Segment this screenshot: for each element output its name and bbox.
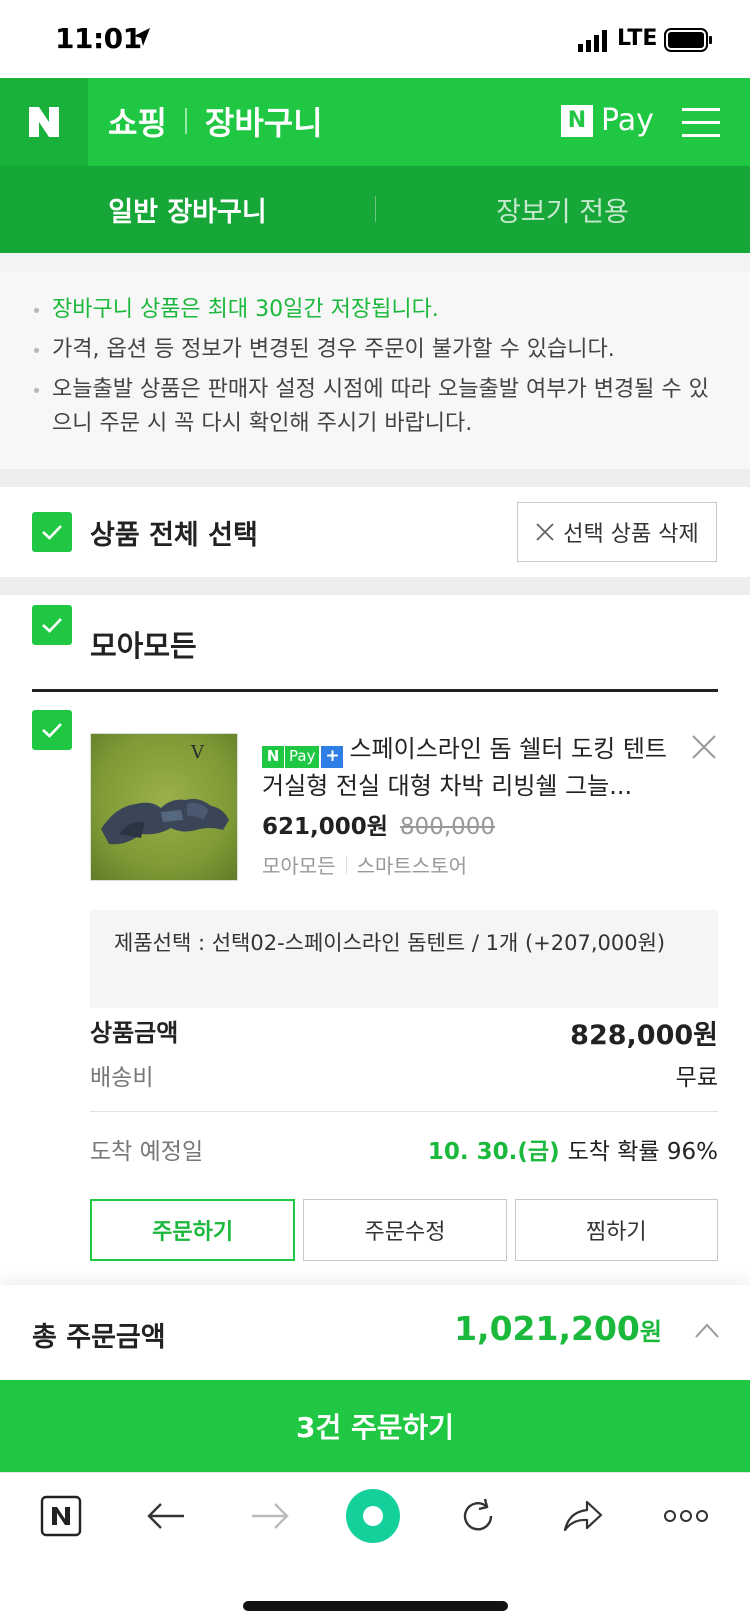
tab-general-cart[interactable]: 일반 장바구니 [0,166,375,253]
location-arrow-icon [134,28,150,46]
npay-label: Pay [601,103,654,138]
remove-item-icon[interactable] [690,733,718,761]
store-divider [32,689,718,692]
home-indicator [243,1601,508,1611]
page-title: 장바구니 [204,104,323,142]
header-title: 쇼핑 장바구니 [108,98,323,144]
store-name[interactable]: 모아모든 [90,623,197,665]
notice-item: 장바구니 상품은 최대 30일간 저장됩니다. [30,293,720,327]
item-action-buttons: 주문하기 주문수정 찜하기 [90,1199,718,1261]
total-label: 총 주문금액 [32,1322,166,1353]
naver-home-button[interactable] [0,78,88,166]
badge-pay: Pay [284,745,320,768]
check-icon [42,525,62,540]
summary-divider [90,1111,718,1112]
product-price: 621,000원 [262,814,388,840]
cart-tabs: 일반 장바구니 장보기 전용 [0,166,750,253]
section-gap [0,253,750,271]
status-time: 11:01 [55,22,142,55]
delete-selected-button[interactable]: 선택 상품 삭제 [517,502,717,562]
total-bar[interactable]: 총 주문금액 1,021,200원 [0,1285,750,1380]
forward-arrow-icon[interactable] [245,1491,295,1541]
browser-toolbar [0,1472,750,1623]
shipping-value: 무료 [675,1065,718,1091]
refresh-icon[interactable] [453,1491,503,1541]
svg-text:V: V [190,742,205,763]
section-gap [0,577,750,595]
naver-n-icon[interactable] [36,1491,86,1541]
app-header: 쇼핑 장바구니 N Pay [0,78,750,166]
notice-box: 장바구니 상품은 최대 30일간 저장됩니다. 가격, 옵션 등 정보가 변경된… [0,271,750,469]
signal-icon [578,30,607,52]
close-icon [536,523,554,541]
hamburger-menu-icon[interactable] [682,108,720,137]
tab-divider [375,196,376,222]
product-title[interactable]: N Pay + 스페이스라인 돔 쉘터 도킹 텐트 거실형 전실 대형 차박 리… [262,731,672,805]
arrival-label: 도착 예정일 [90,1139,204,1165]
seller-name: 모아모든 [262,854,336,878]
select-all-row: 상품 전체 선택 선택 상품 삭제 [0,487,750,577]
green-dot-icon[interactable] [340,1483,406,1549]
status-bar: 11:01 LTE [0,0,750,78]
shipping-label: 배송비 [90,1065,154,1091]
check-icon [42,723,62,738]
arrival-value: 10. 30.(금) 도착 확률 96% [428,1132,718,1166]
back-arrow-icon[interactable] [141,1491,191,1541]
store-section: 모아모든 V N Pay + 스페이스라인 돔 쉘터 도킹 텐트 거실형 전실 … [0,595,750,1285]
tab-grocery-cart[interactable]: 장보기 전용 [375,166,750,253]
total-amount-unit: 원 [639,1318,662,1346]
total-amount-number: 1,021,200 [454,1309,640,1348]
npay-button[interactable]: N Pay [561,103,654,138]
original-price: 800,000 [399,814,496,840]
edit-order-button[interactable]: 주문수정 [303,1199,507,1261]
checkout-button[interactable]: 3건 주문하기 [0,1380,750,1472]
select-all-checkbox[interactable] [32,512,72,552]
battery-icon [664,28,712,52]
product-amount-label: 상품금액 [90,1019,179,1047]
seller-type: 스마트스토어 [356,854,468,878]
section-gap [0,469,750,487]
total-amount: 1,021,200원 [454,1309,662,1348]
arrival-date: 10. 30.(금) [427,1139,560,1165]
network-type: LTE [617,26,658,51]
header-divider [184,108,187,134]
shopping-link[interactable]: 쇼핑 [108,98,167,144]
option-box: 제품선택 : 선택02-스페이스라인 돔텐트 / 1개 (+207,000원) [90,910,718,1008]
npay-plus-badge: N Pay + [262,745,344,768]
item-checkbox[interactable] [32,710,72,750]
seller-row: 모아모든 스마트스토어 [262,850,467,879]
badge-n: N [262,745,284,768]
delete-selected-label: 선택 상품 삭제 [563,522,699,547]
wishlist-button[interactable]: 찜하기 [514,1199,718,1261]
chevron-up-icon[interactable] [694,1321,720,1339]
order-button[interactable]: 주문하기 [90,1199,296,1261]
arrival-probability: 도착 확률 96% [567,1139,718,1165]
price-row: 621,000원 800,000 [262,807,495,841]
store-checkbox[interactable] [32,605,72,645]
share-icon[interactable] [557,1491,607,1541]
badge-plus: + [321,745,344,768]
product-thumbnail[interactable]: V [90,733,238,881]
more-options-icon[interactable] [661,1491,711,1541]
product-amount-value: 828,000원 [570,1020,718,1051]
npay-logo: N [561,104,593,137]
notice-item: 가격, 옵션 등 정보가 변경된 경우 주문이 불가할 수 있습니다. [30,333,720,367]
seller-divider [345,855,347,874]
check-icon [42,618,62,633]
notice-item: 오늘출발 상품은 판매자 설정 시점에 따라 오늘출발 여부가 변경될 수 있으… [30,373,720,441]
tent-product-image: V [91,734,237,880]
naver-logo-icon [29,107,59,137]
select-all-label: 상품 전체 선택 [90,520,258,551]
